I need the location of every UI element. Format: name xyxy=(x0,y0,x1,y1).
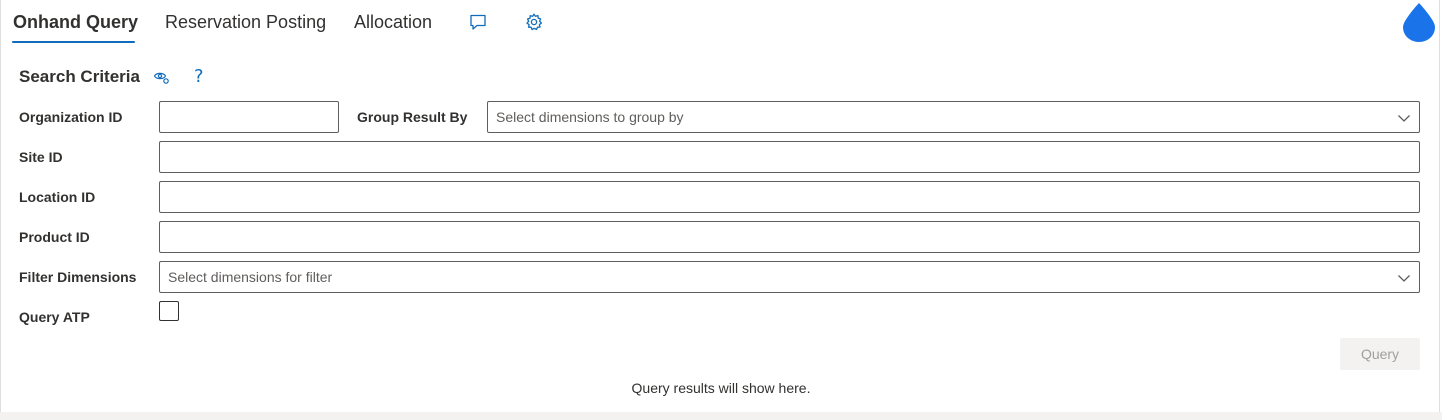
bottom-band xyxy=(0,412,1442,420)
filter-dimensions-dropdown[interactable]: Select dimensions for filter xyxy=(159,261,1420,293)
query-atp-checkbox[interactable] xyxy=(159,301,179,321)
water-drop-icon xyxy=(1401,2,1437,44)
location-id-input[interactable] xyxy=(159,181,1420,213)
organization-id-input[interactable] xyxy=(159,101,339,133)
help-question-icon[interactable]: ? xyxy=(194,66,204,87)
query-button[interactable]: Query xyxy=(1340,338,1420,370)
tab-allocation[interactable]: Allocation xyxy=(354,12,432,44)
group-result-by-dropdown[interactable]: Select dimensions to group by xyxy=(487,101,1420,133)
tab-onhand-query[interactable]: Onhand Query xyxy=(13,12,138,44)
site-id-input[interactable] xyxy=(159,141,1420,173)
location-id-label: Location ID xyxy=(19,189,96,205)
gear-icon[interactable] xyxy=(524,12,544,32)
group-result-by-label: Group Result By xyxy=(357,109,468,125)
site-id-label: Site ID xyxy=(19,149,63,165)
chat-bubble-icon[interactable] xyxy=(468,12,488,32)
group-result-by-placeholder: Select dimensions to group by xyxy=(496,109,684,125)
tab-bar: Onhand Query Reservation Posting Allocat… xyxy=(1,0,1441,46)
chevron-down-icon xyxy=(1397,111,1411,125)
app-frame: Onhand Query Reservation Posting Allocat… xyxy=(0,0,1440,412)
search-criteria-title: Search Criteria xyxy=(19,67,140,86)
active-tab-indicator xyxy=(12,41,135,43)
product-id-label: Product ID xyxy=(19,229,90,245)
filter-dimensions-placeholder: Select dimensions for filter xyxy=(168,269,333,285)
query-results-message: Query results will show here. xyxy=(631,380,811,396)
query-atp-label: Query ATP xyxy=(19,309,90,325)
eye-settings-icon[interactable] xyxy=(153,68,171,86)
chevron-down-icon xyxy=(1397,271,1411,285)
tab-reservation-posting[interactable]: Reservation Posting xyxy=(165,12,326,44)
product-id-input[interactable] xyxy=(159,221,1420,253)
filter-dimensions-label: Filter Dimensions xyxy=(19,269,137,285)
organization-id-label: Organization ID xyxy=(19,109,123,125)
